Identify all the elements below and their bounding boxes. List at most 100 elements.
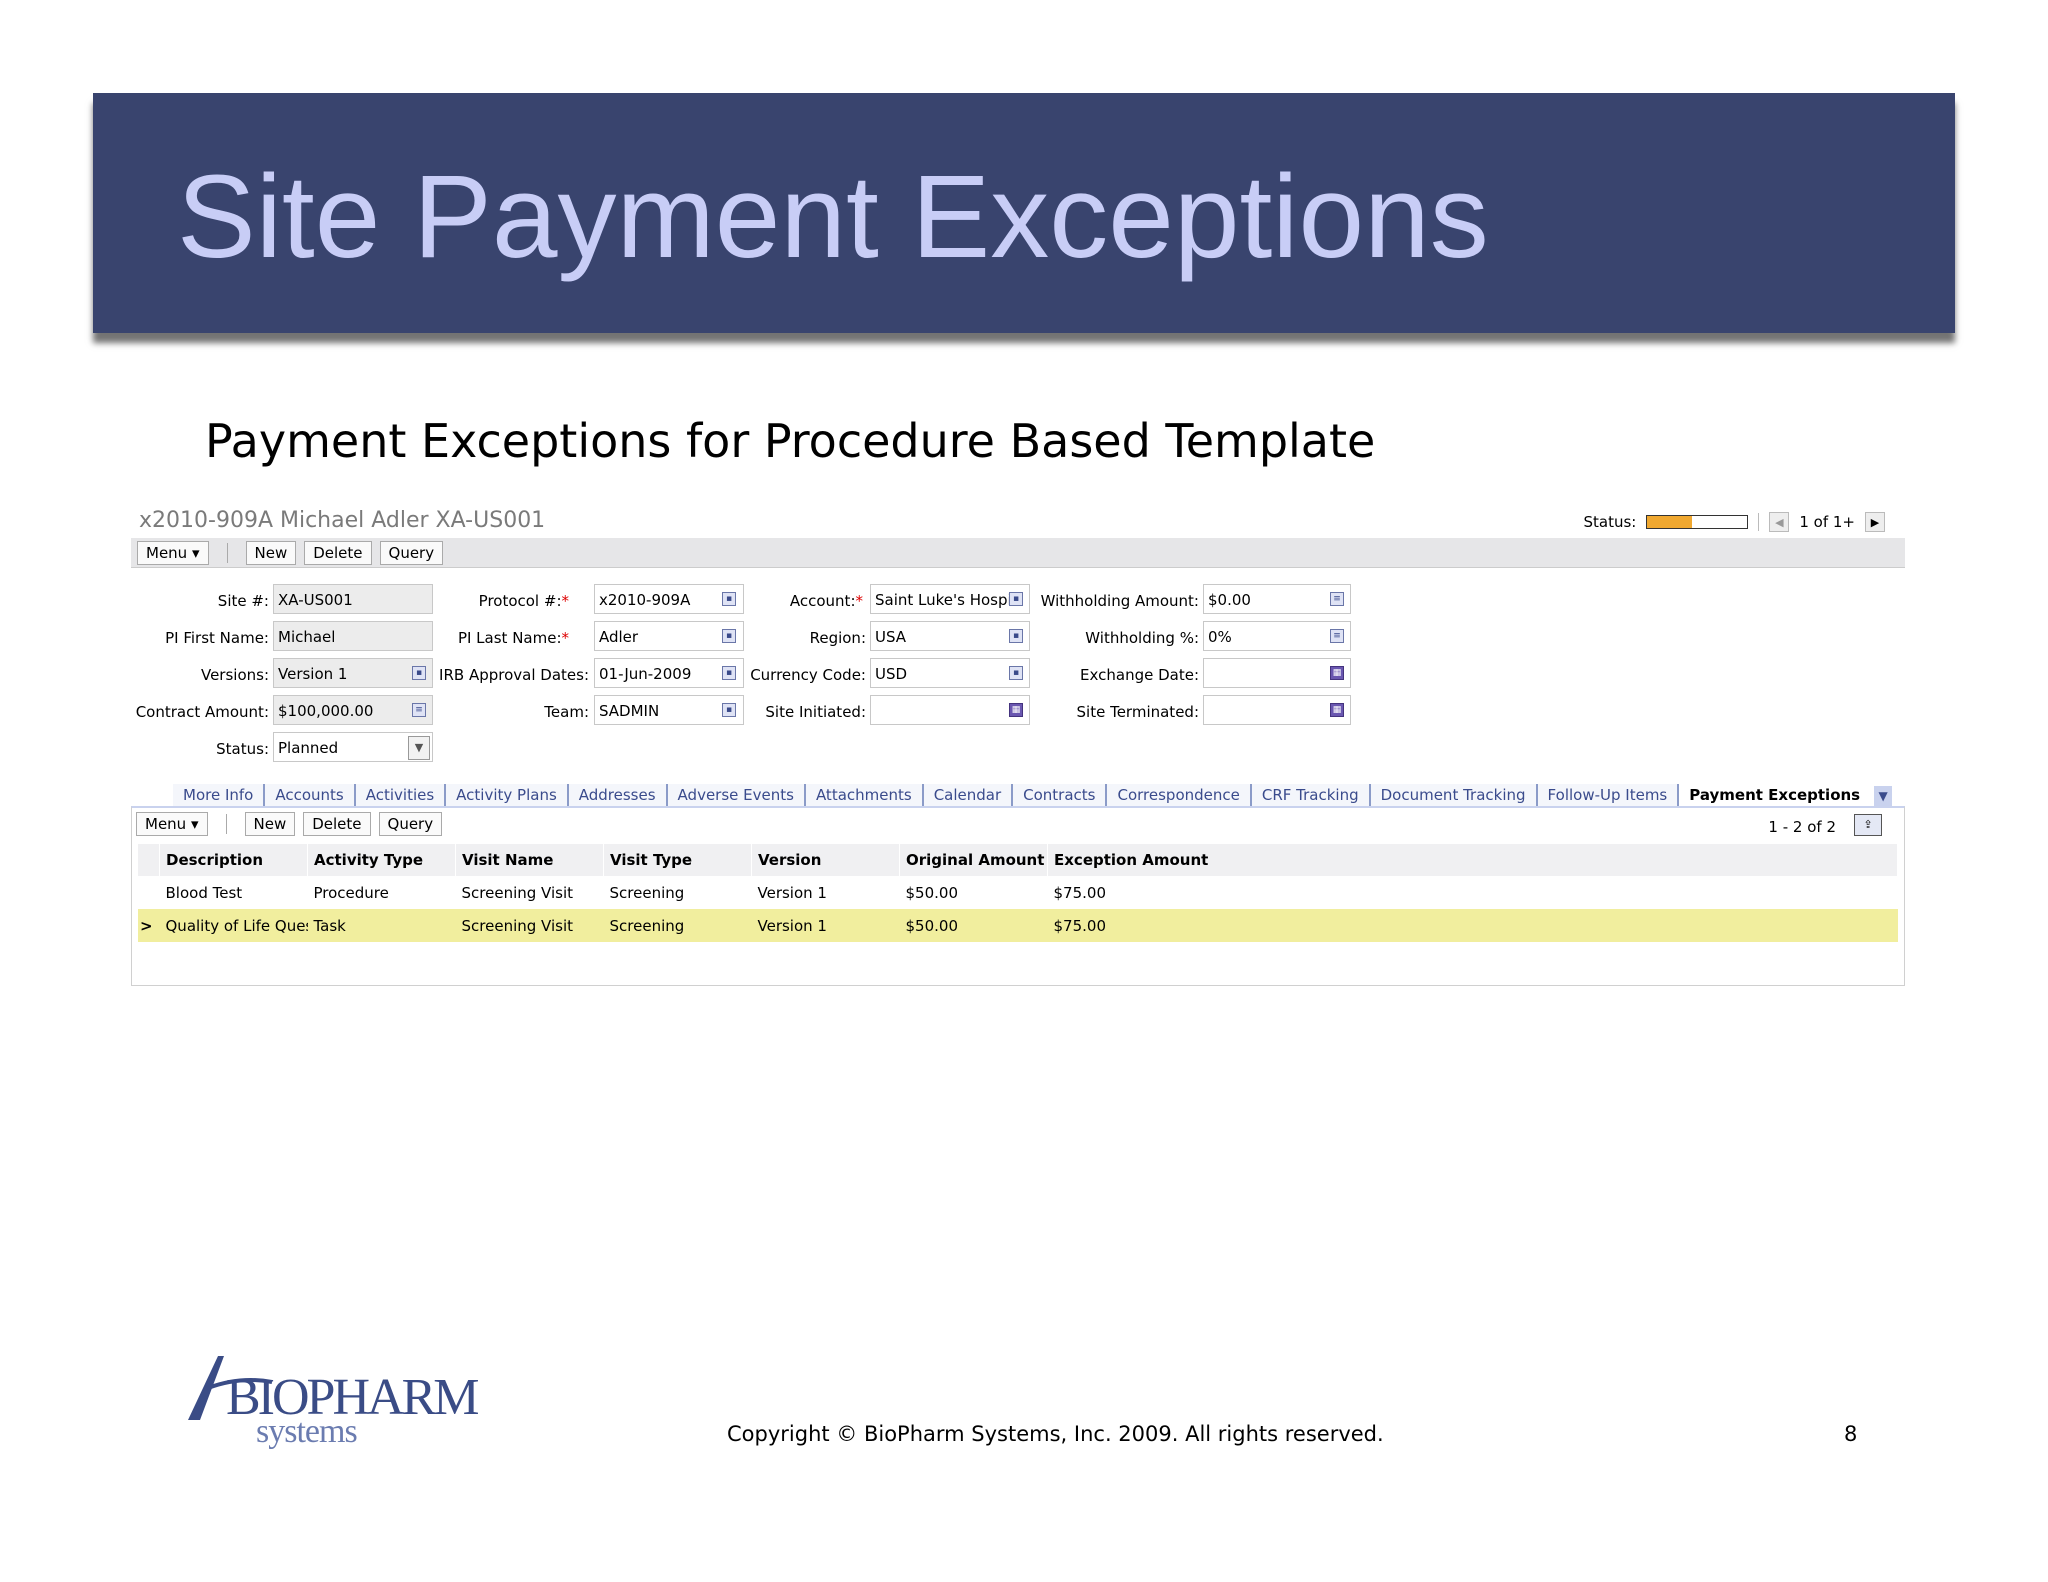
tab-adverse-events[interactable]: Adverse Events — [665, 784, 804, 806]
currency-code-field[interactable]: USD — [870, 658, 1030, 688]
site-terminated-label: Site Terminated: — [1076, 703, 1199, 721]
table-row[interactable]: Blood Test Procedure Screening Visit Scr… — [138, 876, 1898, 909]
tab-accounts[interactable]: Accounts — [263, 784, 354, 806]
required-marker: * — [855, 592, 864, 610]
column-header-exception-amount[interactable]: Exception Amount — [1047, 844, 1898, 876]
app-screenshot: x2010-909A Michael Adler XA-US001 Status… — [131, 500, 1905, 986]
irb-picker-icon[interactable]: ▪ — [722, 666, 736, 680]
cell-original-amount[interactable]: $50.00 — [899, 909, 1048, 942]
cell-exception-amount[interactable]: $75.00 — [1048, 876, 1898, 909]
tab-calendar[interactable]: Calendar — [921, 784, 1012, 806]
cell-version[interactable]: Version 1 — [751, 909, 900, 942]
exceptions-table: Description Activity Type Visit Name Vis… — [138, 844, 1898, 942]
tab-attachments[interactable]: Attachments — [803, 784, 922, 806]
cell-activity-type[interactable]: Task — [307, 909, 456, 942]
tab-correspondence[interactable]: Correspondence — [1105, 784, 1250, 806]
pi-last-name-label: PI Last Name:* — [431, 629, 569, 647]
contract-amount-field[interactable]: $100,000.00 — [273, 695, 433, 725]
list-new-button[interactable]: New — [244, 812, 296, 836]
cell-description[interactable]: Blood Test — [160, 876, 308, 909]
account-picker-icon[interactable]: ▪ — [1009, 592, 1023, 606]
column-header-version[interactable]: Version — [751, 844, 900, 876]
new-button[interactable]: New — [245, 540, 297, 565]
next-record-icon[interactable]: ▶ — [1865, 512, 1885, 532]
list-record-count: 1 - 2 of 2 — [1768, 818, 1836, 836]
copyright-notice: Copyright © BioPharm Systems, Inc. 2009.… — [727, 1422, 1384, 1446]
site-initiated-field[interactable] — [870, 695, 1030, 725]
pi-last-name-label-text: PI Last Name: — [457, 629, 562, 647]
record-title: x2010-909A Michael Adler XA-US001 — [139, 508, 546, 533]
tab-more-info[interactable]: More Info — [173, 784, 264, 806]
record-status: Status: ◀ 1 of 1+ ▶ — [1583, 512, 1885, 532]
tab-follow-up-items[interactable]: Follow-Up Items — [1535, 784, 1678, 806]
pi-first-name-field[interactable]: Michael — [273, 621, 433, 651]
protocol-picker-icon[interactable]: ▪ — [722, 592, 736, 606]
region-picker-icon[interactable]: ▪ — [1009, 629, 1023, 643]
list-query-button[interactable]: Query — [378, 812, 443, 836]
cell-description[interactable]: Quality of Life Quest — [159, 909, 308, 942]
region-label: Region: — [809, 629, 866, 647]
table-header-row: Description Activity Type Visit Name Vis… — [138, 844, 1898, 876]
site-number-field[interactable]: XA-US001 — [273, 584, 433, 614]
calendar-icon[interactable]: ▦ — [1009, 703, 1023, 717]
cell-visit-name[interactable]: Screening Visit — [455, 909, 604, 942]
exchange-date-field[interactable] — [1203, 658, 1351, 688]
pi-picker-icon[interactable]: ▪ — [722, 629, 736, 643]
status-field-label: Status: — [216, 740, 269, 758]
slide-title: Site Payment Exceptions — [177, 151, 1489, 283]
calculator-icon[interactable]: ≡ — [412, 703, 426, 717]
column-header-activity-type[interactable]: Activity Type — [307, 844, 456, 876]
cell-visit-type[interactable]: Screening — [603, 909, 752, 942]
irb-approval-dates-label: IRB Approval Dates: — [439, 666, 589, 684]
more-tabs-icon[interactable]: ▼ — [1874, 786, 1893, 806]
account-field[interactable]: Saint Luke's Hospit. — [870, 584, 1030, 614]
row-indicator-header — [138, 844, 160, 876]
previous-record-icon[interactable]: ◀ — [1769, 512, 1790, 532]
query-button[interactable]: Query — [379, 540, 444, 565]
tab-crf-tracking[interactable]: CRF Tracking — [1249, 784, 1369, 806]
cell-exception-amount[interactable]: $75.00 — [1047, 909, 1898, 942]
tab-activities[interactable]: Activities — [353, 784, 445, 806]
list-delete-button[interactable]: Delete — [303, 812, 371, 836]
column-header-visit-name[interactable]: Visit Name — [455, 844, 604, 876]
cell-activity-type[interactable]: Procedure — [308, 876, 456, 909]
tab-activity-plans[interactable]: Activity Plans — [444, 784, 567, 806]
delete-button[interactable]: Delete — [304, 540, 372, 565]
currency-picker-icon[interactable]: ▪ — [1009, 666, 1023, 680]
tab-payment-exceptions[interactable]: Payment Exceptions — [1677, 784, 1871, 806]
table-row-selected[interactable]: > Quality of Life Quest Task Screening V… — [138, 909, 1898, 942]
cell-version[interactable]: Version 1 — [752, 876, 900, 909]
versions-picker-icon[interactable]: ▪ — [412, 666, 426, 680]
contract-amount-label: Contract Amount: — [135, 703, 269, 721]
calculator-icon[interactable]: ≡ — [1330, 592, 1344, 606]
cell-visit-name[interactable]: Screening Visit — [456, 876, 604, 909]
menu-button[interactable]: Menu ▾ — [137, 540, 209, 565]
calendar-icon[interactable]: ▦ — [1330, 703, 1344, 717]
site-terminated-field[interactable] — [1203, 695, 1351, 725]
pager-divider — [1758, 513, 1760, 531]
tab-addresses[interactable]: Addresses — [566, 784, 666, 806]
team-picker-icon[interactable]: ▪ — [722, 703, 736, 717]
cell-original-amount[interactable]: $50.00 — [900, 876, 1048, 909]
row-indicator — [138, 876, 160, 909]
versions-field[interactable]: Version 1 — [273, 658, 433, 688]
required-marker: * — [561, 592, 570, 610]
tab-document-tracking[interactable]: Document Tracking — [1368, 784, 1536, 806]
withholding-percent-field[interactable]: 0% — [1203, 621, 1351, 651]
tab-contracts[interactable]: Contracts — [1011, 784, 1106, 806]
column-header-original-amount[interactable]: Original Amount — [899, 844, 1048, 876]
dropdown-arrow-icon[interactable]: ▼ — [408, 736, 430, 760]
withholding-amount-field[interactable]: $0.00 — [1203, 584, 1351, 614]
column-header-visit-type[interactable]: Visit Type — [603, 844, 752, 876]
region-field[interactable]: USA — [870, 621, 1030, 651]
title-banner: Site Payment Exceptions — [93, 93, 1955, 333]
cell-visit-type[interactable]: Screening — [604, 876, 752, 909]
calculator-icon[interactable]: ≡ — [1330, 629, 1344, 643]
calendar-icon[interactable]: ▦ — [1330, 666, 1344, 680]
site-number-label: Site #: — [217, 592, 269, 610]
protocol-number-label: Protocol #:* — [431, 592, 569, 610]
list-menu-button[interactable]: Menu ▾ — [136, 812, 208, 836]
pi-first-name-label: PI First Name: — [165, 629, 269, 647]
column-header-description[interactable]: Description — [159, 844, 308, 876]
expand-list-icon[interactable]: ⇪ — [1854, 814, 1882, 836]
